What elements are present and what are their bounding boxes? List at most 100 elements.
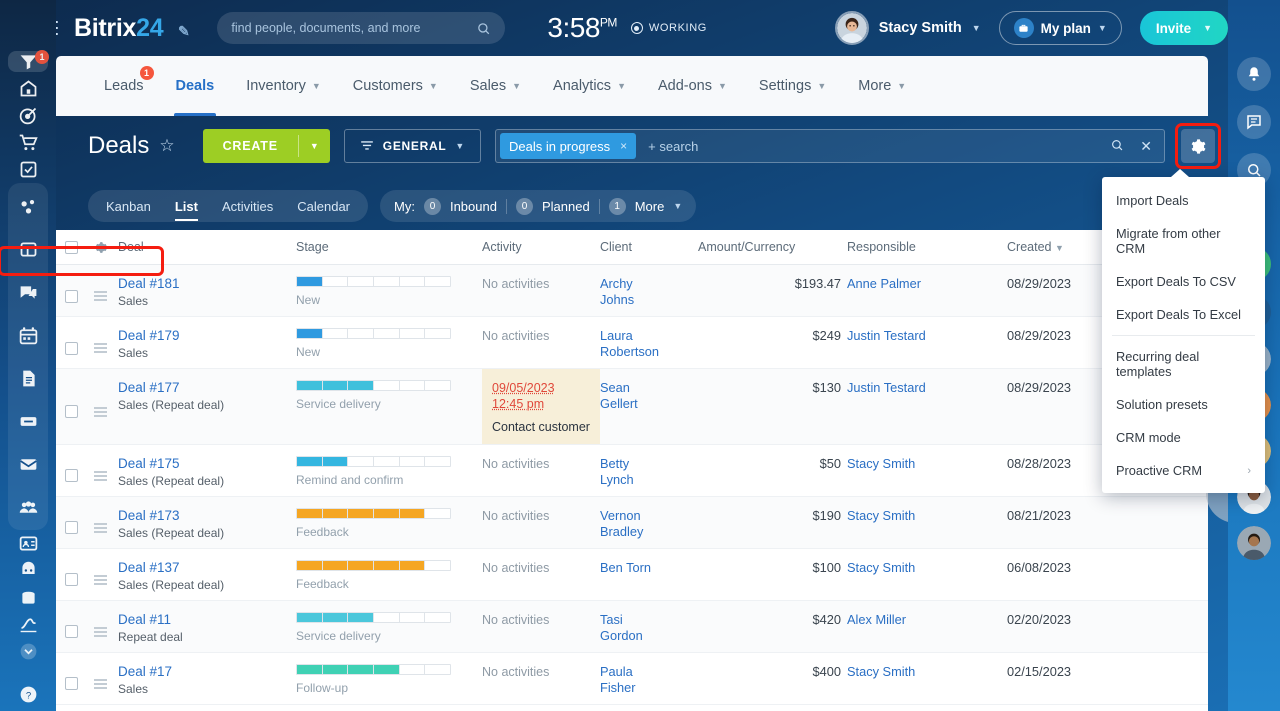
stage-progress-bar[interactable] (296, 559, 451, 571)
sidebar-item-calendar[interactable] (8, 315, 48, 355)
nav-tab-inventory[interactable]: Inventory ▼ (230, 56, 337, 116)
search-input[interactable]: + search (648, 139, 1102, 154)
sidebar-item-bot[interactable] (8, 560, 48, 581)
sidebar-item-group[interactable] (8, 487, 48, 527)
client-link[interactable]: Betty Lynch (600, 456, 692, 489)
menu-item-proactive-crm[interactable]: Proactive CRM › (1102, 454, 1265, 487)
tab-activities[interactable]: Activities (210, 199, 285, 214)
menu-item-recurring-deal-templates[interactable]: Recurring deal templates (1102, 340, 1265, 388)
user-name[interactable]: Stacy Smith (879, 20, 962, 36)
table-row[interactable]: Deal #17 Sales Follow-up No activities Paula… (56, 653, 1208, 705)
sidebar-item-funnel[interactable]: 1 (8, 50, 49, 72)
row-checkbox[interactable] (56, 549, 86, 600)
sidebar-item-chat[interactable] (8, 272, 48, 312)
tab-kanban[interactable]: Kanban (94, 199, 163, 214)
deal-link[interactable]: Deal #137 (118, 560, 180, 575)
stage-cell[interactable]: New (296, 317, 482, 368)
table-row[interactable]: Deal #177 Sales (Repeat deal) Service deli… (56, 369, 1208, 445)
sidebar-item-cart[interactable] (8, 132, 48, 153)
table-row[interactable]: Deal #137 Sales (Repeat deal) Feedback No a… (56, 549, 1208, 601)
stage-cell[interactable]: Feedback (296, 549, 482, 600)
messenger-icon[interactable] (1237, 105, 1271, 139)
responsible-link[interactable]: Stacy Smith (847, 664, 915, 679)
deal-link[interactable]: Deal #17 (118, 664, 172, 679)
deal-link[interactable]: Deal #175 (118, 456, 180, 471)
table-row[interactable]: Deal #173 Sales (Repeat deal) Feedback No a… (56, 496, 1208, 549)
client-link[interactable]: Sean Gellert (600, 380, 692, 413)
sidebar-item-target[interactable] (8, 105, 48, 126)
nav-tab-addons[interactable]: Add-ons ▼ (642, 56, 743, 116)
row-drag-handle[interactable] (86, 601, 114, 652)
tab-calendar[interactable]: Calendar (285, 199, 362, 214)
row-drag-handle[interactable] (86, 497, 114, 548)
filter-chip-deals-in-progress[interactable]: Deals in progress × (499, 133, 637, 159)
responsible-link[interactable]: Justin Testard (847, 328, 926, 343)
client-link[interactable]: Tasi Gordon (600, 612, 692, 645)
responsible-link[interactable]: Stacy Smith (847, 508, 915, 523)
deal-link[interactable]: Deal #177 (118, 380, 180, 395)
deal-link[interactable]: Deal #173 (118, 508, 180, 523)
sidebar-item-sign[interactable] (8, 614, 48, 635)
stage-progress-bar[interactable] (296, 611, 451, 623)
row-checkbox[interactable] (56, 601, 86, 652)
menu-item-import-deals[interactable]: Import Deals (1102, 184, 1265, 217)
sidebar-item-expand[interactable] (8, 641, 48, 662)
my-filter-planned[interactable]: Planned (542, 199, 590, 214)
close-icon[interactable]: × (620, 139, 627, 153)
general-filter-button[interactable]: GENERAL ▼ (343, 129, 481, 163)
deal-link[interactable]: Deal #179 (118, 328, 180, 343)
favorite-star-icon[interactable]: ☆ (159, 136, 174, 156)
search-icon[interactable] (1102, 138, 1132, 155)
nav-tab-sales[interactable]: Sales ▼ (454, 56, 537, 116)
col-header-responsible[interactable]: Responsible (847, 240, 1007, 254)
invite-button[interactable]: Invite ▼ (1139, 11, 1228, 45)
stage-progress-bar[interactable] (296, 380, 451, 391)
nav-tab-analytics[interactable]: Analytics ▼ (537, 56, 642, 116)
filter-search-bar[interactable]: Deals in progress × + search ✕ (494, 129, 1165, 163)
deal-link[interactable]: Deal #181 (118, 276, 180, 291)
table-row[interactable]: Deal #179 Sales New No activities Laura Rober… (56, 317, 1208, 369)
edit-pencil-icon[interactable]: ✎ (178, 23, 190, 39)
col-header-client[interactable]: Client (600, 240, 692, 254)
avatar[interactable] (834, 11, 869, 45)
client-link[interactable]: Laura Robertson (600, 328, 692, 361)
deal-link[interactable]: Deal #11 (118, 612, 171, 627)
row-checkbox[interactable] (56, 317, 86, 368)
chevron-down-icon[interactable]: ▼ (972, 23, 981, 33)
create-button[interactable]: CREATE ▼ (202, 129, 330, 163)
nav-tab-leads[interactable]: Leads 1 (88, 56, 160, 116)
stage-progress-bar[interactable] (296, 455, 451, 467)
help-circle-icon[interactable]: ? (8, 684, 48, 705)
col-header-amount[interactable]: Amount/Currency (692, 240, 847, 254)
settings-gear-button[interactable] (1174, 123, 1221, 169)
row-checkbox[interactable] (56, 369, 86, 444)
row-checkbox[interactable] (56, 445, 86, 496)
responsible-link[interactable]: Anne Palmer (847, 276, 921, 291)
stage-progress-bar[interactable] (296, 328, 451, 339)
stage-progress-bar[interactable] (296, 663, 451, 675)
tab-list[interactable]: List (163, 199, 210, 221)
clear-filter-icon[interactable]: ✕ (1132, 138, 1160, 155)
client-link[interactable]: Ben Torn (600, 560, 692, 576)
nav-tab-customers[interactable]: Customers ▼ (337, 56, 454, 116)
responsible-link[interactable]: Stacy Smith (847, 560, 915, 575)
bell-icon[interactable] (1237, 57, 1271, 91)
stage-cell[interactable]: New (296, 265, 482, 316)
sidebar-item-mail[interactable] (8, 444, 48, 484)
sidebar-item-box[interactable] (8, 587, 48, 608)
table-row[interactable]: Deal #11 Repeat deal Service delivery No ac… (56, 600, 1208, 653)
global-search-input[interactable]: find people, documents, and more (217, 12, 506, 44)
col-header-activity[interactable]: Activity (482, 240, 600, 254)
menu-item-export-deals-to-excel[interactable]: Export Deals To Excel (1102, 298, 1265, 331)
row-checkbox[interactable] (56, 497, 86, 548)
responsible-link[interactable]: Justin Testard (847, 380, 926, 395)
row-drag-handle[interactable] (86, 549, 114, 600)
row-drag-handle[interactable] (86, 369, 114, 444)
col-header-stage[interactable]: Stage (296, 240, 482, 254)
chevron-down-icon[interactable]: ▼ (299, 129, 330, 163)
row-drag-handle[interactable] (86, 317, 114, 368)
activity-cell[interactable]: 09/05/2023 12:45 pm Contact customer (482, 369, 600, 444)
my-filter-inbound[interactable]: Inbound (450, 199, 497, 214)
avatar-5[interactable] (1237, 526, 1271, 560)
table-row[interactable]: Deal #181 Sales New No activities Archy Johns… (56, 265, 1208, 317)
